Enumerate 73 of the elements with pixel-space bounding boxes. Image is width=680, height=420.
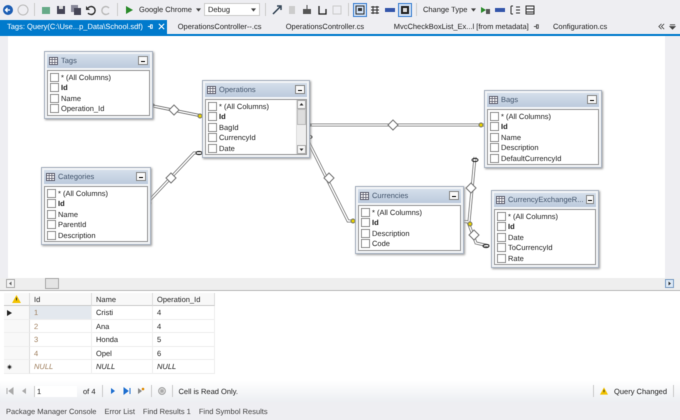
column-checkbox[interactable] [497, 254, 506, 263]
scroll-down-icon[interactable] [297, 145, 306, 154]
caret-icon[interactable] [471, 8, 476, 12]
table-icon [207, 86, 216, 94]
minimize-button[interactable] [587, 95, 597, 104]
group-by-icon[interactable] [509, 4, 522, 16]
first-record-icon[interactable] [6, 387, 14, 396]
play-icon[interactable] [123, 4, 135, 16]
table-icon[interactable] [524, 4, 536, 16]
column-checkbox[interactable] [497, 222, 506, 232]
column-checkbox[interactable] [490, 132, 499, 142]
column-checkbox[interactable] [50, 83, 59, 92]
close-icon[interactable] [158, 23, 165, 30]
column-checkbox[interactable] [208, 122, 217, 132]
column-checkbox[interactable] [50, 104, 59, 114]
grid-pane-icon[interactable] [368, 4, 381, 16]
vertical-scrollbar[interactable] [296, 100, 306, 154]
column-checkbox[interactable] [208, 112, 217, 122]
column-checkbox[interactable] [208, 102, 217, 111]
back-icon[interactable] [2, 4, 14, 16]
column-checkbox[interactable] [50, 72, 59, 82]
column-checkbox[interactable] [490, 143, 499, 152]
minimize-button[interactable] [295, 85, 305, 94]
last-record-icon[interactable] [122, 387, 131, 396]
overflow-icon[interactable] [658, 23, 665, 30]
pin-icon[interactable] [532, 23, 540, 30]
column-checkbox[interactable] [497, 212, 506, 221]
column-checkbox[interactable] [490, 112, 499, 121]
stop-icon[interactable] [158, 387, 166, 396]
column-checkbox[interactable] [47, 188, 56, 198]
minimize-button[interactable] [138, 56, 148, 66]
column-checkbox[interactable] [47, 220, 56, 230]
warning-icon [600, 387, 608, 396]
column-checkbox[interactable] [361, 239, 370, 248]
next-record-icon[interactable] [108, 387, 117, 396]
table-icon [49, 56, 58, 65]
scroll-left-icon[interactable] [6, 279, 15, 288]
column-checkbox[interactable] [361, 228, 370, 238]
results-pane-icon[interactable] [398, 4, 411, 16]
table-icon [46, 172, 55, 181]
minimize-button[interactable] [586, 195, 594, 204]
undo-icon[interactable] [85, 4, 97, 16]
table-icon [360, 192, 369, 200]
caret-icon[interactable] [196, 8, 201, 12]
warning-icon [12, 295, 21, 304]
column-checkbox[interactable] [361, 218, 370, 228]
attach-icon[interactable] [270, 4, 283, 16]
scroll-up-icon[interactable] [297, 100, 306, 109]
column-checkbox[interactable] [497, 232, 506, 242]
column-checkbox[interactable] [47, 199, 56, 208]
column-checkbox[interactable] [208, 133, 217, 142]
save-icon[interactable] [55, 4, 67, 16]
caret-icon[interactable] [250, 8, 256, 12]
column-checkbox[interactable] [47, 210, 56, 219]
minimize-button[interactable] [136, 172, 146, 182]
table-icon [489, 96, 498, 104]
scroll-right-icon[interactable] [665, 279, 674, 288]
column-checkbox[interactable] [50, 94, 59, 103]
save-all-icon[interactable] [70, 4, 82, 16]
previous-record-icon[interactable] [20, 387, 28, 396]
column-checkbox[interactable] [497, 243, 506, 252]
diagram-pane-icon[interactable] [354, 4, 366, 16]
minimize-button[interactable] [449, 191, 459, 200]
column-checkbox[interactable] [361, 208, 370, 217]
scroll-thumb[interactable] [45, 278, 59, 290]
dropdown-icon[interactable] [669, 23, 676, 30]
column-checkbox[interactable] [208, 144, 217, 153]
table-icon [496, 196, 505, 204]
new-record-icon[interactable] [136, 387, 145, 396]
column-checkbox[interactable] [47, 230, 56, 240]
row-header[interactable] [4, 306, 30, 320]
column-checkbox[interactable] [490, 122, 499, 132]
column-checkbox[interactable] [490, 154, 499, 163]
